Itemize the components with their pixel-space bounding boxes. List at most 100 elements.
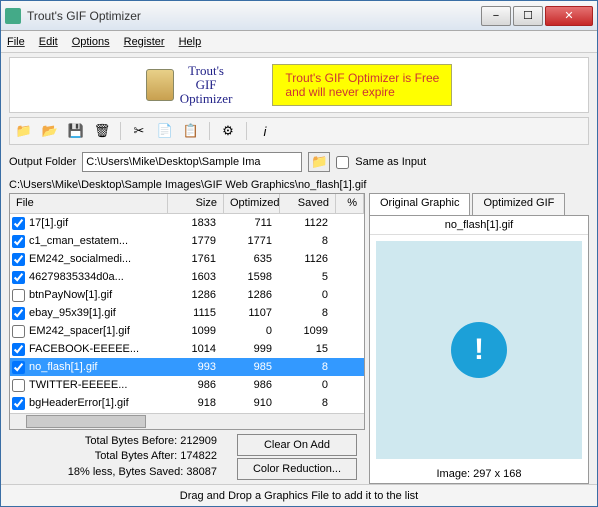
bytes-saved: 18% less, Bytes Saved: 38087	[17, 465, 217, 480]
bytes-after: Total Bytes After: 174822	[17, 449, 217, 464]
file-name: FACEBOOK-EEEEE...	[29, 343, 166, 355]
file-size: 1779	[166, 235, 222, 247]
clear-on-add-button[interactable]: Clear On Add	[237, 434, 357, 456]
titlebar: Trout's GIF Optimizer − ☐ ✕	[1, 1, 597, 31]
file-size: 1099	[166, 325, 222, 337]
table-row[interactable]: TWITTER-EEEEE...9869860	[10, 376, 364, 394]
cut-icon[interactable]: ✂	[129, 121, 149, 141]
table-row[interactable]: ebay_95x39[1].gif111511078	[10, 304, 364, 322]
color-reduction-button[interactable]: Color Reduction...	[237, 458, 357, 480]
col-file[interactable]: File	[10, 194, 168, 213]
file-saved: 8	[278, 361, 334, 373]
row-checkbox[interactable]	[12, 307, 25, 320]
menu-options[interactable]: Options	[72, 36, 110, 48]
file-saved: 8	[278, 235, 334, 247]
file-name: btnPayNow[1].gif	[29, 289, 166, 301]
row-checkbox[interactable]	[12, 397, 25, 410]
menu-help[interactable]: Help	[179, 36, 202, 48]
current-path: C:\Users\Mike\Desktop\Sample Images\GIF …	[9, 177, 589, 193]
tab-optimized[interactable]: Optimized GIF	[472, 193, 565, 215]
file-size: 1286	[166, 289, 222, 301]
menu-file[interactable]: File	[7, 36, 25, 48]
table-row[interactable]: 17[1].gif18337111122	[10, 214, 364, 232]
file-size: 1014	[166, 343, 222, 355]
divider	[209, 122, 210, 140]
status-hint: Drag and Drop a Graphics File to add it …	[1, 484, 597, 506]
open-icon[interactable]: 📂	[40, 121, 60, 141]
table-row[interactable]: EM242_socialmedi...17616351126	[10, 250, 364, 268]
file-name: bgHeaderError[1].gif	[29, 397, 166, 409]
col-saved[interactable]: Saved	[280, 194, 336, 213]
browse-button[interactable]: 📁	[308, 152, 330, 172]
file-saved: 0	[278, 289, 334, 301]
table-row[interactable]: 46279835334d0a...160315985	[10, 268, 364, 286]
file-size: 993	[166, 361, 222, 373]
table-row[interactable]: FACEBOOK-EEEEE...101499915	[10, 340, 364, 358]
file-size: 918	[166, 397, 222, 409]
divider	[246, 122, 247, 140]
close-button[interactable]: ✕	[545, 6, 593, 26]
file-optimized: 711	[222, 217, 278, 229]
col-pct[interactable]: %	[336, 194, 364, 213]
file-name: 17[1].gif	[29, 217, 166, 229]
row-checkbox[interactable]	[12, 289, 25, 302]
paste-icon[interactable]: 📋	[181, 121, 201, 141]
output-folder-input[interactable]	[82, 152, 302, 172]
new-folder-icon[interactable]: 📁	[14, 121, 34, 141]
file-optimized: 635	[222, 253, 278, 265]
row-checkbox[interactable]	[12, 379, 25, 392]
output-row: Output Folder 📁 Same as Input	[9, 149, 589, 175]
same-as-input-checkbox[interactable]	[336, 156, 349, 169]
minimize-button[interactable]: −	[481, 6, 511, 26]
file-saved: 8	[278, 397, 334, 409]
file-saved: 1122	[278, 217, 334, 229]
preview-filename: no_flash[1].gif	[370, 216, 588, 235]
preview-pane: Original Graphic Optimized GIF no_flash[…	[369, 193, 589, 484]
zip-icon	[146, 69, 174, 101]
file-optimized: 985	[222, 361, 278, 373]
maximize-button[interactable]: ☐	[513, 6, 543, 26]
warning-icon: !	[451, 322, 507, 378]
file-optimized: 1107	[222, 307, 278, 319]
horizontal-scrollbar[interactable]	[10, 413, 364, 429]
tab-original[interactable]: Original Graphic	[369, 193, 470, 215]
file-name: c1_cman_estatem...	[29, 235, 166, 247]
save-icon[interactable]: 💾	[66, 121, 86, 141]
app-window: Trout's GIF Optimizer − ☐ ✕ File Edit Op…	[0, 0, 598, 507]
file-name: EM242_spacer[1].gif	[29, 325, 166, 337]
file-size: 1115	[166, 307, 222, 319]
file-optimized: 910	[222, 397, 278, 409]
info-icon[interactable]: i	[255, 121, 275, 141]
banner-logo: Trout's GIF Optimizer	[146, 64, 233, 107]
table-row[interactable]: c1_cman_estatem...177917718	[10, 232, 364, 250]
process-icon[interactable]: ⚙	[218, 121, 238, 141]
row-checkbox[interactable]	[12, 235, 25, 248]
menu-register[interactable]: Register	[124, 36, 165, 48]
file-optimized: 0	[222, 325, 278, 337]
file-name: no_flash[1].gif	[29, 361, 166, 373]
banner-text: Optimizer	[180, 92, 233, 106]
row-checkbox[interactable]	[12, 343, 25, 356]
menubar: File Edit Options Register Help	[1, 31, 597, 53]
table-row[interactable]: EM242_spacer[1].gif109901099	[10, 322, 364, 340]
file-name: 46279835334d0a...	[29, 271, 166, 283]
row-checkbox[interactable]	[12, 361, 25, 374]
row-checkbox[interactable]	[12, 253, 25, 266]
file-optimized: 1286	[222, 289, 278, 301]
file-saved: 1099	[278, 325, 334, 337]
menu-edit[interactable]: Edit	[39, 36, 58, 48]
col-size[interactable]: Size	[168, 194, 224, 213]
copy-icon[interactable]: 📄	[155, 121, 175, 141]
file-name: EM242_socialmedi...	[29, 253, 166, 265]
row-checkbox[interactable]	[12, 271, 25, 284]
trash-icon[interactable]: 🗑	[92, 121, 112, 141]
list-body[interactable]: 17[1].gif18337111122c1_cman_estatem...17…	[10, 214, 364, 413]
file-size: 1833	[166, 217, 222, 229]
col-optimized[interactable]: Optimized	[224, 194, 280, 213]
row-checkbox[interactable]	[12, 325, 25, 338]
row-checkbox[interactable]	[12, 217, 25, 230]
table-row[interactable]: bgHeaderError[1].gif9189108	[10, 394, 364, 412]
banner-text: Trout's	[180, 64, 233, 78]
table-row[interactable]: btnPayNow[1].gif128612860	[10, 286, 364, 304]
table-row[interactable]: no_flash[1].gif9939858	[10, 358, 364, 376]
